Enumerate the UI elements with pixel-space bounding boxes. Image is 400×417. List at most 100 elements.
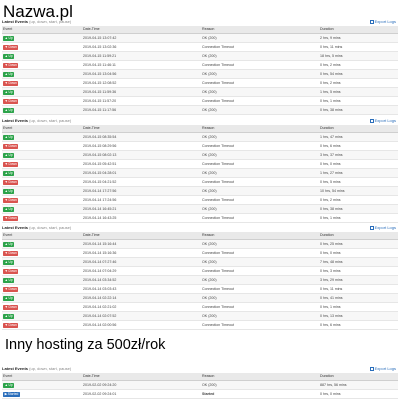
- duration-cell: 0 hrs, 38 mins: [319, 204, 398, 214]
- event-cell: ▲Up: [2, 293, 82, 303]
- column-header[interactable]: Event: [2, 26, 82, 34]
- table-row: ▼Down 2019-04-15 05:42:51 Connection Timeo…: [2, 159, 398, 169]
- table-row: ▲Up 2019-04-15 11:59:21 OK (200) 18 hrs, 5 …: [2, 51, 398, 61]
- export-logs-link[interactable]: Export Logs: [369, 365, 396, 373]
- table-row: ▲Up 2019-04-14 02:07:52 OK (200) 0 hrs, 13 …: [2, 311, 398, 321]
- reason-cell: Connection Timeout: [201, 141, 319, 151]
- panel-subtitle: (up, down, start, pause): [29, 366, 72, 371]
- column-header[interactable]: Date-Time: [82, 232, 201, 240]
- events-table: Event Date-Time Reason Duration ▲Up 2019-02-0…: [2, 373, 398, 399]
- column-header[interactable]: Event: [2, 232, 82, 240]
- column-header[interactable]: Duration: [319, 125, 398, 133]
- event-cell: ▼Down: [2, 177, 82, 187]
- event-badge: ▲Up: [3, 206, 15, 212]
- event-label: Down: [8, 286, 17, 291]
- column-header[interactable]: Duration: [319, 232, 398, 240]
- event-label: Down: [8, 197, 17, 202]
- event-cell: ▲Up: [2, 311, 82, 321]
- event-label: Up: [8, 188, 13, 193]
- event-label: Down: [8, 98, 17, 103]
- column-header[interactable]: Reason: [201, 26, 319, 34]
- datetime-cell: 2019-04-14 02:22:14: [82, 293, 201, 303]
- events-panel-1: Latest Events (up, down, start, pause) Ex…: [2, 18, 398, 115]
- table-row: ▲Up 2019-04-14 17:27:56 OK (200) 10 hrs, 54…: [2, 186, 398, 196]
- event-badge: ▼Down: [3, 215, 19, 221]
- column-header[interactable]: Event: [2, 373, 82, 381]
- event-label: Up: [8, 170, 13, 175]
- duration-cell: 1 hrs, 27 mins: [319, 168, 398, 178]
- datetime-cell: 2019-02-02 09:24:20: [82, 380, 201, 390]
- duration-cell: 1 hrs, 47 mins: [319, 132, 398, 142]
- column-header[interactable]: Event: [2, 125, 82, 133]
- reason-cell: OK (200): [201, 257, 319, 267]
- event-cell: ▲Up: [2, 132, 82, 142]
- datetime-cell: 2019-04-15 04:28:01: [82, 168, 201, 178]
- duration-cell: 0 hrs, 1 mins: [319, 96, 398, 106]
- table-row: ▼Down 2019-04-14 02:00:56 Connection Timeo…: [2, 320, 398, 330]
- column-header[interactable]: Reason: [201, 232, 319, 240]
- event-label: Down: [8, 268, 17, 273]
- export-logs-link[interactable]: Export Logs: [369, 224, 396, 232]
- duration-cell: 18 hrs, 5 mins: [319, 51, 398, 61]
- table-row: ▼Down 2019-04-15 08:29:56 Connection Timeo…: [2, 141, 398, 151]
- event-label: Down: [8, 80, 17, 85]
- reason-cell: Connection Timeout: [201, 60, 319, 70]
- event-cell: ▲Up: [2, 168, 82, 178]
- reason-cell: OK (200): [201, 275, 319, 285]
- table-header-row: Event Date-Time Reason Duration: [2, 125, 398, 133]
- event-cell: ▼Down: [2, 195, 82, 205]
- reason-cell: OK (200): [201, 186, 319, 196]
- datetime-cell: 2019-04-15 13:02:36: [82, 42, 201, 52]
- datetime-cell: 2019-04-15 08:35:54: [82, 132, 201, 142]
- column-header[interactable]: Date-Time: [82, 26, 201, 34]
- reason-cell: OK (200): [201, 132, 319, 142]
- duration-cell: 0 hrs, 54 mins: [319, 69, 398, 79]
- table-row: ▼Down 2019-04-14 15:16:36 Connection Timeo…: [2, 248, 398, 258]
- duration-cell: 0 hrs, 11 mins: [319, 42, 398, 52]
- table-row: ▼Down 2019-04-15 12:08:52 Connection Timeo…: [2, 78, 398, 88]
- duration-cell: 10 hrs, 54 mins: [319, 186, 398, 196]
- event-badge: ▲Up: [3, 170, 15, 176]
- table-row: ▲Up 2019-04-14 03:34:52 OK (200) 3 hrs, 29 …: [2, 275, 398, 285]
- table-row: ▼Down 2019-04-15 04:21:52 Connection Timeo…: [2, 177, 398, 187]
- duration-cell: 0 hrs, 2 mins: [319, 78, 398, 88]
- event-label: Down: [8, 161, 17, 166]
- datetime-cell: 2019-04-14 02:07:52: [82, 311, 201, 321]
- event-cell: ▼Down: [2, 78, 82, 88]
- event-label: Up: [8, 89, 13, 94]
- datetime-cell: 2019-04-14 03:34:52: [82, 275, 201, 285]
- event-label: Down: [8, 215, 17, 220]
- table-row: ▼Down 2019-04-15 11:46:11 Connection Timeo…: [2, 60, 398, 70]
- event-cell: ▲Up: [2, 186, 82, 196]
- datetime-cell: 2019-04-15 08:29:56: [82, 141, 201, 151]
- export-logs-link[interactable]: Export Logs: [369, 117, 396, 125]
- export-logs-link[interactable]: Export Logs: [369, 18, 396, 26]
- events-table: Event Date-Time Reason Duration ▲Up 2019-04-1…: [2, 232, 398, 330]
- event-label: Up: [8, 241, 13, 246]
- event-badge: ▲Up: [3, 295, 15, 301]
- table-row: ▲Up 2019-02-02 09:24:20 OK (200) 887 hrs, 5…: [2, 380, 398, 390]
- datetime-cell: 2019-04-15 08:02:13: [82, 150, 201, 160]
- column-header[interactable]: Date-Time: [82, 373, 201, 381]
- event-label: Down: [8, 322, 17, 327]
- event-badge: ▼Down: [3, 286, 19, 292]
- event-cell: ▶Started: [2, 389, 82, 399]
- datetime-cell: 2019-04-14 07:04:29: [82, 266, 201, 276]
- event-cell: ▲Up: [2, 150, 82, 160]
- event-badge: ▲Up: [3, 53, 15, 59]
- datetime-cell: 2019-04-14 15:16:36: [82, 248, 201, 258]
- event-cell: ▲Up: [2, 69, 82, 79]
- column-header[interactable]: Reason: [201, 373, 319, 381]
- duration-cell: 0 hrs, 6 mins: [319, 141, 398, 151]
- column-header[interactable]: Date-Time: [82, 125, 201, 133]
- column-header[interactable]: Duration: [319, 373, 398, 381]
- column-header[interactable]: Reason: [201, 125, 319, 133]
- column-header[interactable]: Duration: [319, 26, 398, 34]
- event-badge: ▶Started: [3, 391, 20, 397]
- reason-cell: OK (200): [201, 204, 319, 214]
- export-logs-label: Export Logs: [374, 118, 396, 123]
- events-panel-3: Latest Events (up, down, start, pause) Ex…: [2, 224, 398, 330]
- datetime-cell: 2019-02-02 09:24:01: [82, 389, 201, 399]
- event-badge: ▼Down: [3, 80, 19, 86]
- event-badge: ▲Up: [3, 107, 15, 113]
